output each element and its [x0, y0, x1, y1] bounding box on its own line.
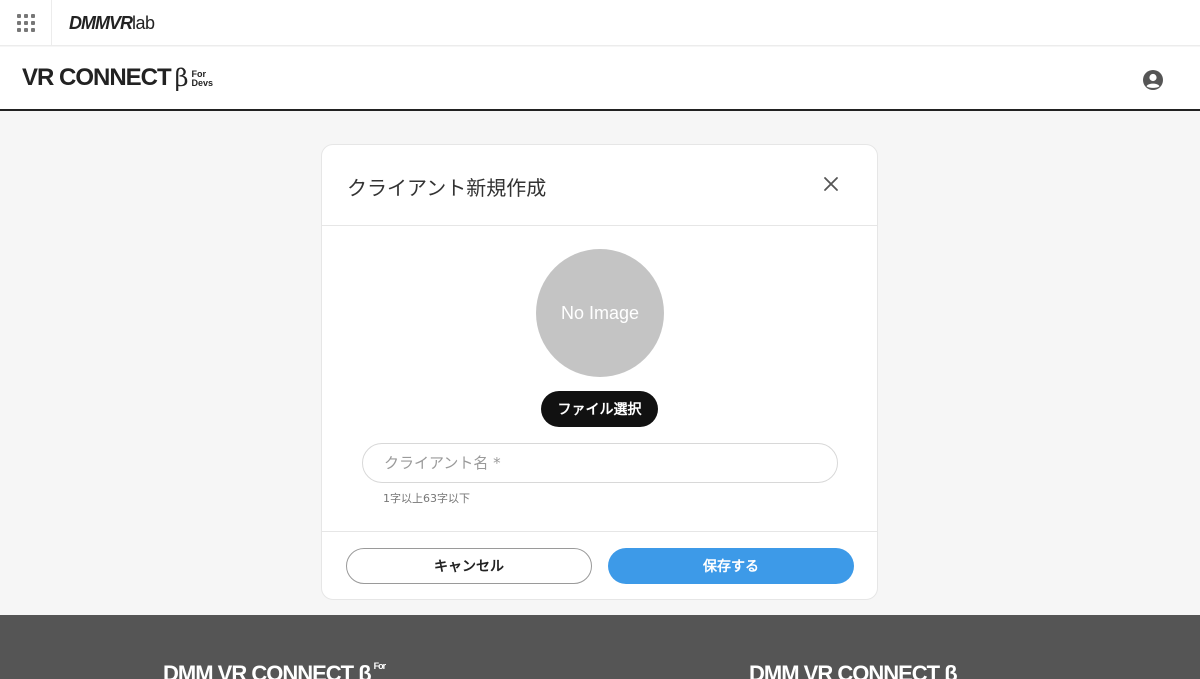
- footer-logo-left-sub: For: [373, 661, 386, 671]
- no-image-text: No Image: [560, 302, 640, 323]
- close-icon: [824, 177, 838, 191]
- create-client-dialog: クライアント新規作成 No Image ファイル選択 1字以上63字以下 キャン…: [321, 144, 878, 600]
- close-button[interactable]: [823, 176, 839, 192]
- client-name-input[interactable]: [362, 443, 838, 483]
- dialog-footer: キャンセル 保存する: [322, 531, 877, 599]
- client-name-hint: 1字以上63字以下: [383, 492, 470, 505]
- logo-sub-text: For Devs: [191, 69, 214, 88]
- footer-logo-right-text: DMM VR CONNECT β: [749, 661, 958, 679]
- logo-main-text: VR CONNECT: [22, 64, 172, 91]
- cancel-button[interactable]: キャンセル: [346, 548, 592, 584]
- account-circle-icon: [1143, 70, 1163, 90]
- site-header: VR CONNECT β For Devs: [0, 47, 1200, 111]
- dialog-title: クライアント新規作成: [347, 176, 547, 200]
- account-button[interactable]: [1142, 69, 1164, 91]
- footer-logo-left-text: DMM VR CONNECT β: [163, 661, 372, 679]
- brand-light-text: lab: [132, 13, 155, 33]
- logo-beta-text: β: [174, 64, 189, 92]
- vr-connect-logo[interactable]: VR CONNECT β For Devs: [22, 64, 214, 92]
- apps-grid-icon: [16, 14, 35, 32]
- dialog-header: クライアント新規作成: [322, 145, 877, 226]
- footer-logo-left[interactable]: DMM VR CONNECT β For: [163, 661, 386, 679]
- dmm-vrlab-logo[interactable]: DMMVRlab: [69, 11, 155, 35]
- footer-logo-right[interactable]: DMM VR CONNECT β: [749, 661, 958, 679]
- brand-bold-text: DMMVR: [69, 13, 133, 33]
- client-image-placeholder: No Image: [536, 249, 664, 377]
- top-bar: DMMVRlab: [0, 0, 1200, 46]
- site-footer: DMM VR CONNECT β For DMM VR CONNECT β: [0, 615, 1200, 679]
- apps-grid-button[interactable]: [0, 0, 52, 46]
- save-button[interactable]: 保存する: [608, 548, 854, 584]
- file-select-button[interactable]: ファイル選択: [541, 391, 658, 427]
